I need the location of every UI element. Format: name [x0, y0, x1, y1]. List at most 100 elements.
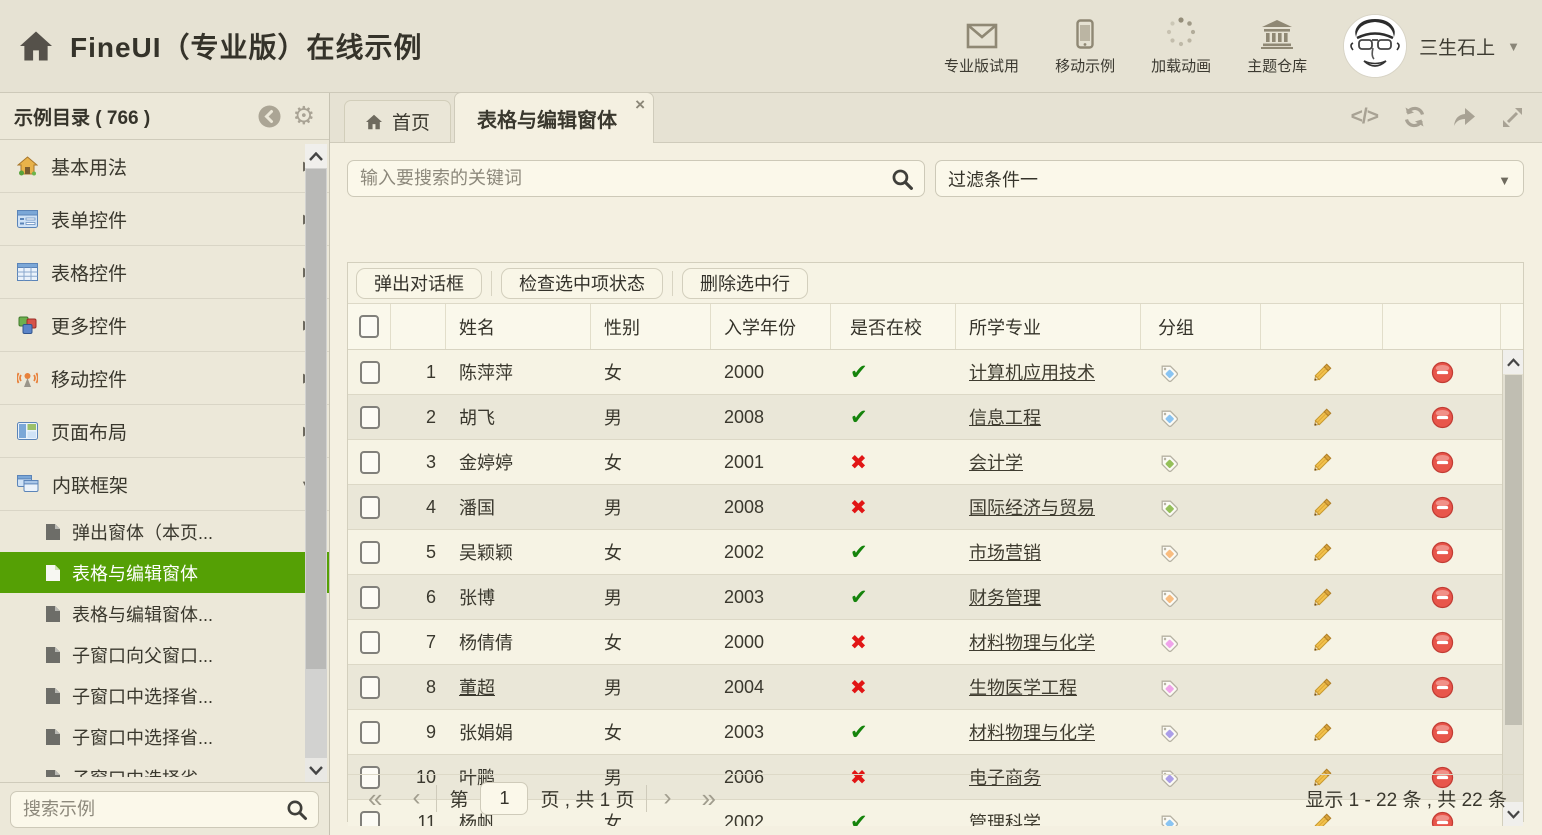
row-checkbox[interactable] — [360, 541, 380, 564]
delete-icon[interactable] — [1431, 496, 1454, 519]
tag-icon[interactable] — [1158, 542, 1179, 563]
major-link[interactable]: 材料物理与化学 — [969, 629, 1095, 655]
share-icon[interactable] — [1451, 106, 1477, 128]
edit-pencil-icon[interactable] — [1311, 586, 1334, 609]
major-link[interactable]: 生物医学工程 — [969, 674, 1077, 700]
tag-icon[interactable] — [1158, 587, 1179, 608]
sidebar-item-layout[interactable]: 页面布局 ▶ — [0, 405, 329, 458]
row-checkbox[interactable] — [360, 676, 380, 699]
keyword-search-input[interactable] — [348, 161, 924, 196]
major-link[interactable]: 市场营销 — [969, 539, 1041, 565]
next-page-button[interactable]: › — [659, 786, 675, 810]
sidebar-subitem[interactable]: 子窗口中选择省... — [0, 675, 329, 716]
last-page-button[interactable]: » — [697, 785, 719, 811]
major-link[interactable]: 材料物理与化学 — [969, 719, 1095, 745]
delete-icon[interactable] — [1431, 406, 1454, 429]
major-link[interactable]: 会计学 — [969, 449, 1023, 475]
row-checkbox[interactable] — [360, 361, 380, 384]
user-menu[interactable]: 三生石上 ▼ — [1343, 14, 1520, 78]
table-scrollbar[interactable] — [1502, 350, 1523, 826]
column-header-enrolled[interactable]: 是否在校 — [831, 304, 956, 349]
delete-icon[interactable] — [1431, 451, 1454, 474]
refresh-icon[interactable] — [1402, 105, 1427, 129]
scrollbar-thumb[interactable] — [1505, 375, 1522, 725]
tag-icon[interactable] — [1158, 407, 1179, 428]
major-link[interactable]: 财务管理 — [969, 584, 1041, 610]
sidebar-item-iframe[interactable]: 内联框架 ▼ — [0, 458, 329, 511]
delete-icon[interactable] — [1431, 631, 1454, 654]
column-header-name[interactable]: 姓名 — [446, 304, 591, 349]
sidebar-subitem[interactable]: 弹出窗体（本页... — [0, 511, 329, 552]
sidebar-item-basic[interactable]: 基本用法 ▶ — [0, 140, 329, 193]
major-link[interactable]: 计算机应用技术 — [969, 359, 1095, 385]
collapse-sidebar-icon[interactable] — [258, 105, 281, 128]
scroll-down-icon[interactable] — [305, 758, 327, 782]
sidebar-subitem[interactable]: 子窗口向父窗口... — [0, 634, 329, 675]
prev-page-button[interactable]: ‹ — [408, 786, 424, 810]
scroll-up-icon[interactable] — [1503, 350, 1523, 374]
column-header-year[interactable]: 入学年份 — [711, 304, 831, 349]
edit-pencil-icon[interactable] — [1311, 721, 1334, 744]
tag-icon[interactable] — [1158, 677, 1179, 698]
delete-icon[interactable] — [1431, 721, 1454, 744]
tag-icon[interactable] — [1158, 632, 1179, 653]
page-number-input[interactable] — [480, 782, 528, 815]
tag-icon[interactable] — [1158, 362, 1179, 383]
major-link[interactable]: 信息工程 — [969, 404, 1041, 430]
tag-icon[interactable] — [1158, 452, 1179, 473]
column-header-gender[interactable]: 性别 — [591, 304, 711, 349]
row-checkbox[interactable] — [360, 586, 380, 609]
delete-icon[interactable] — [1431, 676, 1454, 699]
tag-icon[interactable] — [1158, 497, 1179, 518]
sidebar-item-mobile[interactable]: 移动控件 ▶ — [0, 352, 329, 405]
row-checkbox[interactable] — [360, 496, 380, 519]
edit-pencil-icon[interactable] — [1311, 631, 1334, 654]
row-checkbox[interactable] — [360, 631, 380, 654]
column-header-group[interactable]: 分组 — [1141, 304, 1261, 349]
scrollbar-thumb[interactable] — [306, 169, 326, 669]
column-header-major[interactable]: 所学专业 — [956, 304, 1141, 349]
sidebar-subitem[interactable]: 表格与编辑窗体... — [0, 593, 329, 634]
theme-repo-action[interactable]: 主题仓库 — [1247, 17, 1307, 76]
row-checkbox[interactable] — [360, 406, 380, 429]
edit-pencil-icon[interactable] — [1311, 496, 1334, 519]
search-icon[interactable] — [891, 168, 914, 196]
sidebar-item-form[interactable]: 表单控件 ▶ — [0, 193, 329, 246]
first-page-button[interactable]: « — [364, 785, 386, 811]
tag-icon[interactable] — [1158, 722, 1179, 743]
sidebar-subitem[interactable]: 表格与编辑窗体 — [0, 552, 329, 593]
major-link[interactable]: 国际经济与贸易 — [969, 494, 1095, 520]
delete-icon[interactable] — [1431, 361, 1454, 384]
open-dialog-button[interactable]: 弹出对话框 — [356, 268, 482, 299]
sidebar-item-more[interactable]: 更多控件 ▶ — [0, 299, 329, 352]
close-icon[interactable]: × — [635, 95, 645, 115]
source-code-icon[interactable]: </> — [1351, 105, 1378, 129]
check-selection-button[interactable]: 检查选中项状态 — [501, 268, 663, 299]
delete-icon[interactable] — [1431, 586, 1454, 609]
row-checkbox[interactable] — [360, 451, 380, 474]
sidebar-search-input[interactable] — [11, 792, 318, 827]
delete-icon[interactable] — [1431, 541, 1454, 564]
edit-pencil-icon[interactable] — [1311, 541, 1334, 564]
edit-pencil-icon[interactable] — [1311, 361, 1334, 384]
gear-icon[interactable]: ⚙ — [293, 104, 315, 129]
sidebar-scrollbar[interactable] — [305, 144, 327, 782]
mobile-demo-action[interactable]: 移动示例 — [1055, 17, 1115, 76]
expand-icon[interactable] — [1501, 106, 1524, 129]
filter-dropdown[interactable]: 过滤条件一 ▼ — [935, 160, 1524, 197]
row-checkbox[interactable] — [360, 721, 380, 744]
select-all-checkbox[interactable] — [359, 315, 379, 338]
edit-pencil-icon[interactable] — [1311, 451, 1334, 474]
scroll-up-icon[interactable] — [305, 144, 327, 168]
search-icon[interactable] — [286, 799, 308, 826]
trial-action[interactable]: 专业版试用 — [944, 17, 1019, 76]
delete-selected-button[interactable]: 删除选中行 — [682, 268, 808, 299]
sidebar-item-grid[interactable]: 表格控件 ▶ — [0, 246, 329, 299]
loading-anim-action[interactable]: 加载动画 — [1151, 17, 1211, 76]
sidebar-subitem[interactable]: 子窗口中选择省... — [0, 716, 329, 757]
tab-grid-edit-window[interactable]: 表格与编辑窗体 × — [454, 92, 654, 143]
sidebar-subitem[interactable]: 子窗口中选择省 — [0, 757, 329, 777]
tab-home[interactable]: 首页 — [344, 100, 451, 142]
edit-pencil-icon[interactable] — [1311, 676, 1334, 699]
edit-pencil-icon[interactable] — [1311, 406, 1334, 429]
